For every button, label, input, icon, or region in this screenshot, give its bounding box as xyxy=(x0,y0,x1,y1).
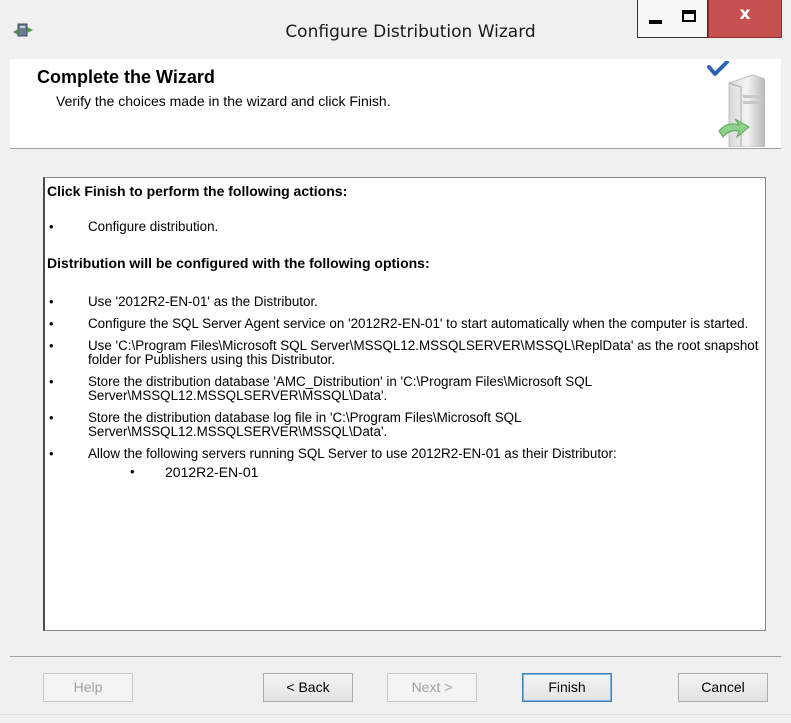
page-title: Complete the Wizard xyxy=(37,67,215,87)
window-frame-bottom xyxy=(0,714,791,723)
cancel-button-label: Cancel xyxy=(701,679,745,695)
bullet-icon: • xyxy=(49,410,54,425)
list-item: • Allow the following servers running SQL… xyxy=(47,447,759,461)
list-item: • Use 'C:\Program Files\Microsoft SQL Ser… xyxy=(47,339,759,367)
server-name: 2012R2-EN-01 xyxy=(165,464,259,480)
option-text: Use 'C:\Program Files\Microsoft SQL Serv… xyxy=(88,338,759,367)
wizard-header: Complete the Wizard Verify the choices m… xyxy=(10,59,781,149)
help-button-label: Help xyxy=(73,679,103,695)
help-button[interactable]: Help xyxy=(43,673,133,702)
option-text: Store the distribution database 'AMC_Dis… xyxy=(88,374,592,403)
list-item: • Use '2012R2-EN-01' as the Distributor. xyxy=(47,295,759,309)
maximize-button[interactable] xyxy=(672,0,708,38)
list-item: • Store the distribution database log fil… xyxy=(47,411,759,439)
window-frame-left xyxy=(0,59,10,723)
options-heading: Distribution will be configured with the… xyxy=(47,255,430,271)
wizard-window: Configure Distribution Wizard x Complete… xyxy=(0,0,791,723)
minimize-button[interactable] xyxy=(637,0,673,38)
next-button[interactable]: Next > xyxy=(387,673,477,702)
actions-heading: Click Finish to perform the following ac… xyxy=(47,183,348,199)
option-text: Store the distribution database log file… xyxy=(88,410,521,439)
maximize-icon xyxy=(682,10,696,22)
list-item: • Store the distribution database 'AMC_Di… xyxy=(47,375,759,403)
server-checkmark-icon xyxy=(693,61,765,147)
finish-button-label: Finish xyxy=(548,679,586,695)
list-item: • Configure distribution. xyxy=(47,220,759,234)
bullet-icon: • xyxy=(49,446,54,461)
wizard-body: Click Finish to perform the following ac… xyxy=(10,150,781,656)
actions-list: • Configure distribution. xyxy=(47,220,759,234)
close-button[interactable]: x xyxy=(708,0,782,38)
close-icon: x xyxy=(739,4,751,24)
action-text: Configure distribution. xyxy=(88,219,219,234)
servers-list: • 2012R2-EN-01 xyxy=(47,464,759,480)
bullet-icon: • xyxy=(130,464,135,479)
bullet-icon: • xyxy=(49,294,54,309)
wizard-footer: Help < Back Next > Finish Cancel xyxy=(10,656,781,714)
back-button-label: < Back xyxy=(286,679,330,695)
bullet-icon: • xyxy=(49,219,54,234)
list-item: • 2012R2-EN-01 xyxy=(47,464,759,480)
summary-text-box[interactable]: Click Finish to perform the following ac… xyxy=(43,177,766,631)
list-item: • Configure the SQL Server Agent service … xyxy=(47,317,759,331)
bullet-icon: • xyxy=(49,316,54,331)
minimize-icon xyxy=(649,20,662,24)
option-text: Configure the SQL Server Agent service o… xyxy=(88,316,749,331)
next-button-label: Next > xyxy=(411,679,453,695)
back-button[interactable]: < Back xyxy=(263,673,353,702)
cancel-button[interactable]: Cancel xyxy=(678,673,768,702)
option-text: Allow the following servers running SQL … xyxy=(88,446,617,461)
title-bar[interactable]: Configure Distribution Wizard x xyxy=(0,0,791,59)
option-text: Use '2012R2-EN-01' as the Distributor. xyxy=(88,294,318,309)
bullet-icon: • xyxy=(49,374,54,389)
page-subtitle: Verify the choices made in the wizard an… xyxy=(56,93,391,109)
summary-content: Click Finish to perform the following ac… xyxy=(45,178,765,630)
window-frame-right xyxy=(781,59,791,723)
finish-button[interactable]: Finish xyxy=(522,673,612,702)
bullet-icon: • xyxy=(49,338,54,353)
options-list: • Use '2012R2-EN-01' as the Distributor. … xyxy=(47,295,759,461)
